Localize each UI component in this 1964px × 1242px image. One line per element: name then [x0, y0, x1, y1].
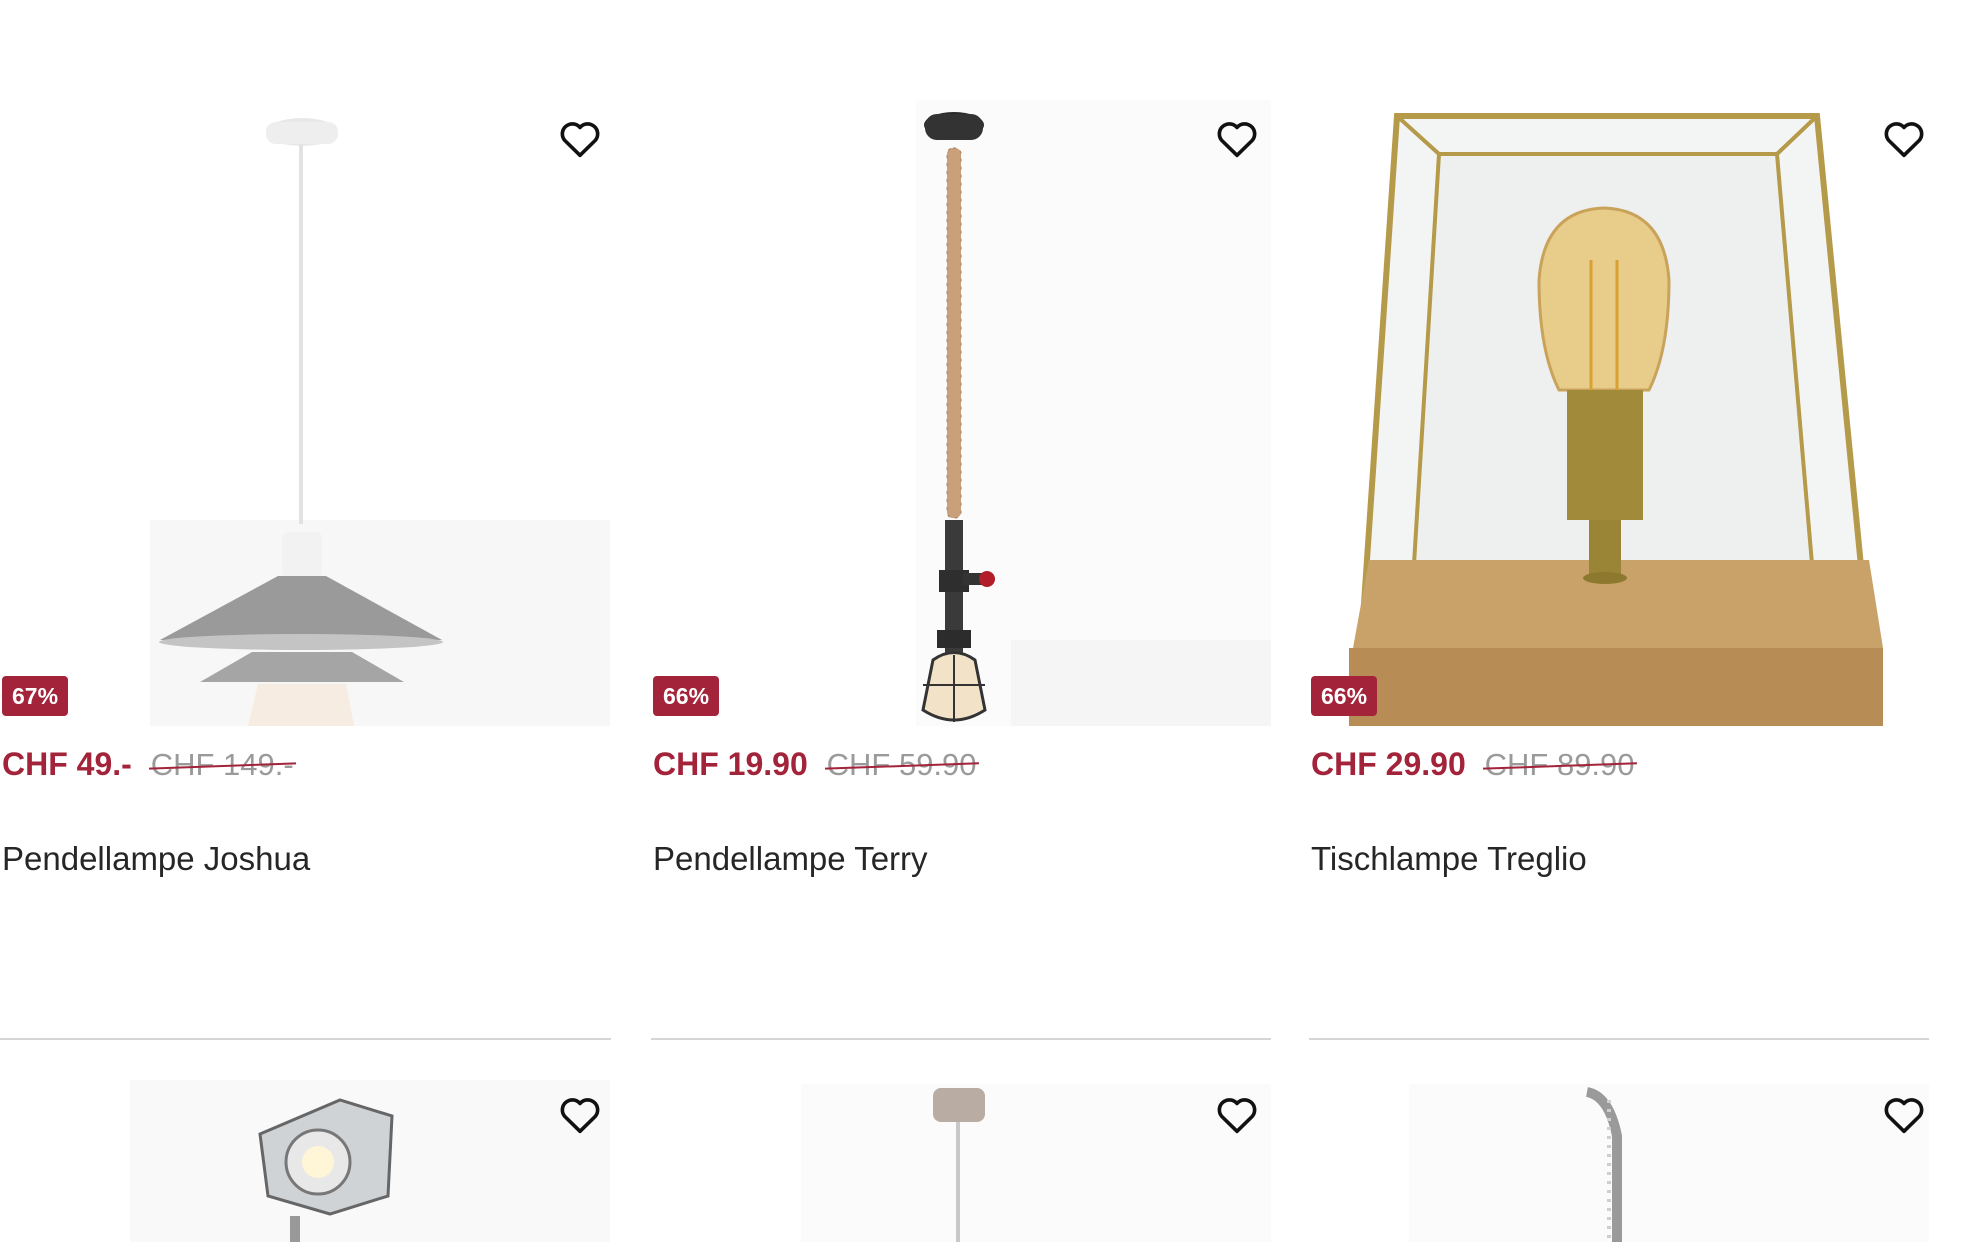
product-card[interactable]	[1309, 1076, 1929, 1242]
product-image[interactable]	[1309, 100, 1929, 726]
product-image[interactable]	[651, 100, 1271, 726]
favorite-button[interactable]	[1211, 1090, 1263, 1142]
price: CHF 49.- CHF 149.-	[2, 746, 294, 783]
favorite-button[interactable]	[554, 1090, 606, 1142]
product-image[interactable]	[1309, 1076, 1929, 1242]
divider	[1309, 1038, 1929, 1040]
product-card[interactable]: 66% CHF 19.90 CHF 59.90 Pendellampe Terr…	[651, 100, 1271, 1040]
favorite-button[interactable]	[1211, 114, 1263, 166]
discount-badge: 66%	[653, 676, 720, 716]
original-price: CHF 149.-	[150, 747, 294, 782]
current-price: CHF 49.-	[2, 746, 132, 782]
product-card[interactable]: 67% CHF 49.- CHF 149.- Pendellampe Joshu…	[0, 100, 611, 1040]
favorite-button[interactable]	[1878, 114, 1930, 166]
discount-badge: 67%	[2, 676, 69, 716]
heart-outline-icon	[1882, 1094, 1926, 1139]
product-title[interactable]: Tischlampe Treglio	[1311, 840, 1587, 878]
product-title[interactable]: Pendellampe Joshua	[2, 840, 310, 878]
product-image[interactable]	[0, 100, 611, 726]
heart-outline-icon	[1215, 118, 1259, 163]
product-card[interactable]: 66% CHF 29.90 CHF 89.90 Tischlampe Tregl…	[1309, 100, 1929, 1040]
current-price: CHF 29.90	[1311, 746, 1466, 782]
product-card[interactable]	[0, 1076, 611, 1242]
product-card[interactable]	[651, 1076, 1271, 1242]
discount-badge: 66%	[1311, 676, 1378, 716]
price: CHF 29.90 CHF 89.90	[1311, 746, 1635, 783]
divider	[0, 1038, 611, 1040]
price: CHF 19.90 CHF 59.90	[653, 746, 977, 783]
product-image[interactable]	[0, 1076, 611, 1242]
divider	[651, 1038, 1271, 1040]
product-image[interactable]	[651, 1076, 1271, 1242]
original-price: CHF 89.90	[1484, 747, 1635, 782]
original-price: CHF 59.90	[826, 747, 977, 782]
heart-outline-icon	[1882, 118, 1926, 163]
product-title[interactable]: Pendellampe Terry	[653, 840, 928, 878]
current-price: CHF 19.90	[653, 746, 808, 782]
heart-outline-icon	[558, 118, 602, 163]
heart-outline-icon	[558, 1094, 602, 1139]
favorite-button[interactable]	[554, 114, 606, 166]
heart-outline-icon	[1215, 1094, 1259, 1139]
favorite-button[interactable]	[1878, 1090, 1929, 1142]
